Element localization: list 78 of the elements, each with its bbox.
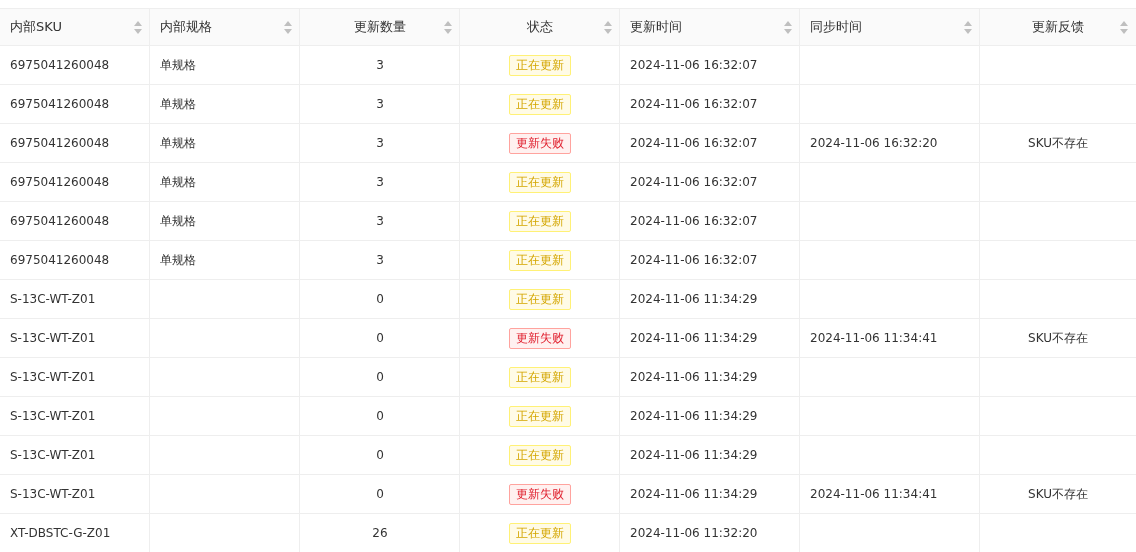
table-cell-text: 6975041260048 — [10, 57, 110, 74]
table-cell-text: 3 — [376, 213, 384, 230]
table-cell-text: 2024-11-06 16:32:07 — [630, 174, 758, 191]
table-cell-text: 单规格 — [160, 57, 196, 74]
table-cell-text: 2024-11-06 11:34:29 — [630, 369, 758, 386]
table-cell-text: 单规格 — [160, 252, 196, 269]
table-cell-text: 3 — [376, 174, 384, 191]
table-cell-text: 2024-11-06 16:32:20 — [810, 135, 938, 152]
table-cell-text: 2024-11-06 11:34:29 — [630, 447, 758, 464]
status-badge: 更新失败 — [509, 483, 571, 505]
table-cell-text: 6975041260048 — [10, 135, 110, 152]
table-cell-text: S-13C-WT-Z01 — [10, 369, 96, 386]
table-cell-text: 2024-11-06 16:32:07 — [630, 252, 758, 269]
table-cell-text: 2024-11-06 16:32:07 — [630, 96, 758, 113]
sort-icon[interactable] — [134, 21, 142, 34]
table-cell-text: S-13C-WT-Z01 — [10, 330, 96, 347]
status-badge: 正在更新 — [509, 522, 571, 544]
table-cell-text: S-13C-WT-Z01 — [10, 486, 96, 503]
status-badge: 正在更新 — [509, 93, 571, 115]
table-cell-text: SKU不存在 — [1028, 330, 1088, 347]
table-cell-text: 6975041260048 — [10, 252, 110, 269]
table-cell-text: 2024-11-06 11:34:29 — [630, 330, 758, 347]
sort-icon[interactable] — [604, 21, 612, 34]
sort-icon[interactable] — [1120, 21, 1128, 34]
table-cell-text: 6975041260048 — [10, 96, 110, 113]
table-cell-text: 单规格 — [160, 213, 196, 230]
table-cell-text: 单规格 — [160, 135, 196, 152]
table-cell-text: SKU不存在 — [1028, 135, 1088, 152]
table-cell-text: 2024-11-06 11:34:29 — [630, 291, 758, 308]
table-cell-text: 0 — [376, 291, 384, 308]
table-cell-text: 2024-11-06 16:32:07 — [630, 135, 758, 152]
table-cell-text: 0 — [376, 369, 384, 386]
table-cell-text: S-13C-WT-Z01 — [10, 291, 96, 308]
table-cell-text: 3 — [376, 57, 384, 74]
status-badge: 更新失败 — [509, 132, 571, 154]
status-badge: 正在更新 — [509, 210, 571, 232]
table-cell-text: 0 — [376, 447, 384, 464]
table-cell-text: 6975041260048 — [10, 213, 110, 230]
table-cell-text: 6975041260048 — [10, 174, 110, 191]
status-badge: 更新失败 — [509, 327, 571, 349]
column-header[interactable]: 内部规格 — [160, 17, 212, 37]
table-cell-text: XT-DBSTC-G-Z01 — [10, 525, 111, 542]
table-cell-text: 0 — [376, 408, 384, 425]
status-badge: 正在更新 — [509, 288, 571, 310]
column-header[interactable]: 更新时间 — [630, 17, 682, 37]
status-badge: 正在更新 — [509, 54, 571, 76]
table-cell-text: 0 — [376, 486, 384, 503]
table-cell-text: 2024-11-06 16:32:07 — [630, 57, 758, 74]
column-header[interactable]: 同步时间 — [810, 17, 862, 37]
status-badge: 正在更新 — [509, 171, 571, 193]
table-cell-text: 3 — [376, 135, 384, 152]
table-cell-text: 26 — [372, 525, 388, 542]
status-badge: 正在更新 — [509, 249, 571, 271]
table-cell-text: 2024-11-06 11:34:29 — [630, 408, 758, 425]
table-cell-text: S-13C-WT-Z01 — [10, 408, 96, 425]
sort-icon[interactable] — [784, 21, 792, 34]
table-cell-text: 2024-11-06 11:32:20 — [630, 525, 758, 542]
column-header[interactable]: 更新数量 — [354, 17, 406, 37]
column-header[interactable]: 内部SKU — [10, 17, 62, 37]
column-header[interactable]: 更新反馈 — [1032, 17, 1084, 37]
status-badge: 正在更新 — [509, 366, 571, 388]
table-cell-text: 2024-11-06 11:34:29 — [630, 486, 758, 503]
table-cell-text: 3 — [376, 96, 384, 113]
sort-icon[interactable] — [964, 21, 972, 34]
table-cell-text: S-13C-WT-Z01 — [10, 447, 96, 464]
table-cell-text: 3 — [376, 252, 384, 269]
table-cell-text: 2024-11-06 11:34:41 — [810, 330, 938, 347]
table-cell-text: 单规格 — [160, 96, 196, 113]
sort-icon[interactable] — [444, 21, 452, 34]
table-cell-text: 2024-11-06 16:32:07 — [630, 213, 758, 230]
table-cell-text: 单规格 — [160, 174, 196, 191]
column-header[interactable]: 状态 — [527, 17, 553, 37]
sort-icon[interactable] — [284, 21, 292, 34]
table-cell-text: SKU不存在 — [1028, 486, 1088, 503]
table-cell-text: 2024-11-06 11:34:41 — [810, 486, 938, 503]
status-badge: 正在更新 — [509, 444, 571, 466]
table-cell-text: 0 — [376, 330, 384, 347]
status-badge: 正在更新 — [509, 405, 571, 427]
